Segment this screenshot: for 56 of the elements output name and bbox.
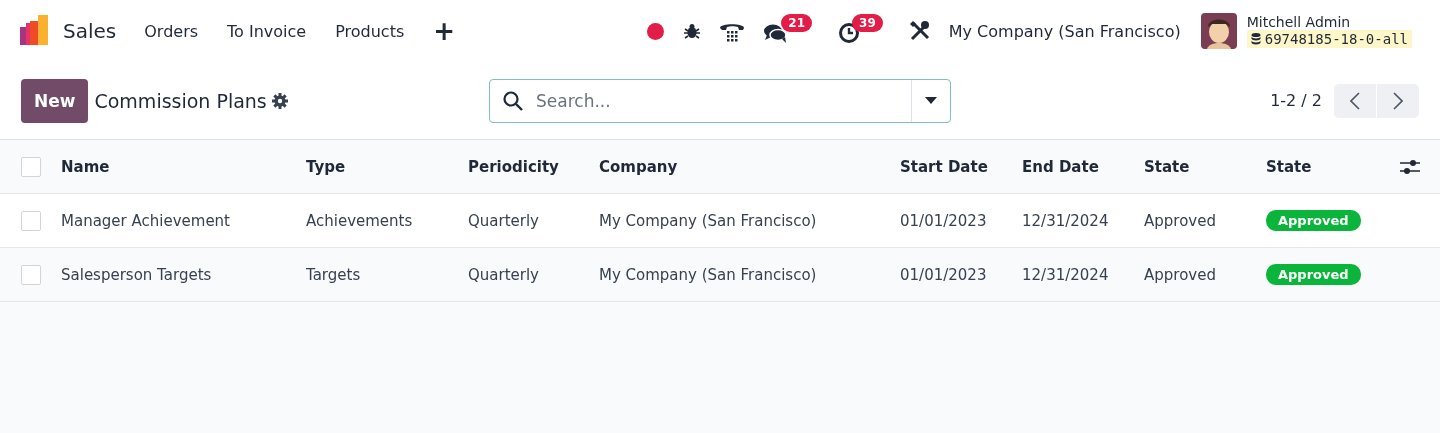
company-switcher[interactable]: My Company (San Francisco) [948,21,1181,41]
table-cell-text: Quarterly [468,211,540,230]
app-name-link[interactable]: Sales [63,19,117,43]
table-cell-text: Targets [306,265,362,284]
count-badge: 21 [781,14,813,32]
next-page-button[interactable] [1377,83,1419,118]
column-header[interactable]: Start Date [900,157,1022,176]
search-field[interactable]: Search... [489,78,951,123]
count-badge: 39 [852,14,883,32]
user-name: Mitchell Admin [1246,14,1352,30]
column-header[interactable]: State [1266,157,1400,176]
page-title: Commission Plans [94,89,267,112]
search-input[interactable]: Search... [534,89,911,112]
table-cell-text: Approved [1144,265,1217,284]
table-cell-text: My Company (San Francisco) [599,265,818,284]
chevron-right-icon [1393,91,1403,110]
caret-icon [925,97,937,104]
record-dot-icon[interactable] [647,22,665,40]
app-logo-icon[interactable] [20,15,50,47]
new-button[interactable]: New [21,78,89,123]
table-cell-text: Salesperson Targets [61,265,213,284]
table-cell-text: Achievements [306,211,414,230]
column-header[interactable]: Type [306,157,468,176]
clock-icon [838,22,861,44]
table-cell-text: Approved [1144,211,1217,230]
add-menu-button[interactable]: + [433,18,456,44]
avatar-icon[interactable] [1200,13,1237,49]
column-header[interactable]: End Date [1022,157,1144,176]
row-checkbox[interactable] [21,210,41,231]
table-cell-text: Quarterly [468,265,540,284]
column-header[interactable]: Company [599,157,900,176]
column-header[interactable]: Periodicity [468,157,599,176]
status-badge: Approved [1266,264,1361,285]
pager-value: 1-2 / 2 [1270,91,1322,110]
chevron-left-icon [1350,91,1360,110]
column-header[interactable]: Name [61,157,306,176]
bug-icon[interactable] [683,22,702,40]
column-header[interactable]: State [1144,157,1266,176]
menu-item[interactable]: Orders [144,21,199,41]
table-cell-text: 12/31/2024 [1022,265,1110,284]
tools-icon[interactable] [908,20,931,42]
menu-item[interactable]: Products [335,21,405,41]
database-icon [1250,33,1261,45]
table-cell-text: 01/01/2023 [900,265,988,284]
previous-page-button[interactable] [1334,83,1376,118]
select-all-checkbox[interactable] [21,156,41,177]
settings-icon[interactable] [271,92,288,109]
row-checkbox[interactable] [21,264,41,285]
column-options-icon[interactable] [1400,158,1420,175]
table-cell-text: 12/31/2024 [1022,211,1110,230]
table-cell-text: Manager Achievement [61,211,231,230]
table-cell-text: My Company (San Francisco) [599,211,818,230]
status-badge: Approved [1266,210,1361,231]
table-cell-text: 01/01/2023 [900,211,988,230]
database-label: 69748185-18-0-all [1264,31,1408,47]
menu-item[interactable]: To Invoice [227,21,307,41]
